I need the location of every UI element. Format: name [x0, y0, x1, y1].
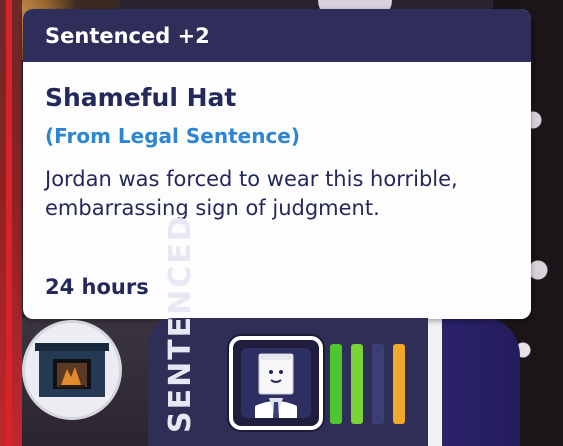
need-bar [351, 344, 363, 424]
need-bar [393, 344, 405, 424]
moodlet-sentenced[interactable] [229, 336, 323, 430]
background-red-stripe [6, 0, 12, 446]
need-bar [372, 344, 384, 424]
fireplace-icon [35, 343, 109, 397]
tooltip-title: Shameful Hat [45, 83, 237, 112]
need-bar [330, 344, 342, 424]
tooltip-header-text: Sentenced +2 [45, 23, 210, 48]
need-bars [330, 344, 414, 424]
paper-bag-head-icon [241, 348, 311, 418]
tooltip-source: (From Legal Sentence) [45, 124, 300, 148]
tooltip-header: Sentenced +2 [23, 9, 531, 62]
fireplace-object-button[interactable] [22, 320, 122, 420]
moodlet-tooltip: Sentenced +2 Shameful Hat (From Legal Se… [23, 9, 531, 319]
panel-label-text: SENTENCED [162, 214, 198, 433]
panel-label: SENTENCED [155, 214, 205, 446]
tooltip-duration: 24 hours [45, 275, 149, 299]
tooltip-description: Jordan was forced to wear this horrible,… [45, 167, 458, 220]
